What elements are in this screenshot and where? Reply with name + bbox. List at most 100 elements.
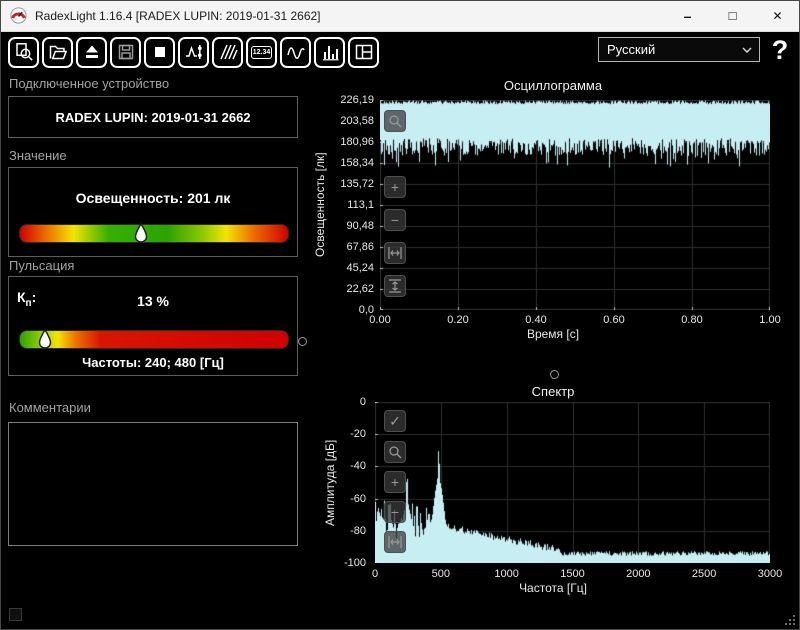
y-tick-label: -20	[350, 428, 366, 441]
stop-square-icon	[154, 47, 165, 57]
check-icon: ✓	[389, 413, 401, 429]
x-tick-label: 0	[371, 568, 379, 580]
value-panel: Освещенность: 201 лк	[8, 167, 298, 257]
numeric-display-button[interactable]: 12.34	[246, 36, 277, 68]
zoom-in-icon: +	[390, 474, 400, 490]
app-icon	[10, 7, 27, 24]
y-tick-label: 90,48	[346, 220, 374, 232]
comments-textarea[interactable]	[9, 423, 297, 545]
zoom-select-button[interactable]	[384, 110, 406, 132]
language-select[interactable]: Русский	[598, 37, 760, 62]
y-tick-label: 180,96	[340, 136, 374, 148]
device-name: RADEX LUPIN: 2019-01-31 2662	[55, 109, 251, 125]
fit-horizontal-icon	[388, 536, 402, 548]
illuminance-scale-bar	[19, 223, 289, 243]
device-name-box: RADEX LUPIN: 2019-01-31 2662	[8, 96, 298, 138]
x-tick-label: 0.60	[603, 314, 625, 326]
open-folder-icon	[49, 45, 67, 60]
splitter-handle[interactable]	[550, 370, 559, 379]
oscillogram-chart: Осциллограмма Освещенность [лк] + − Врем…	[310, 74, 796, 341]
comb-lines-icon	[219, 44, 238, 60]
y-tick-label: 113,1	[347, 199, 374, 211]
waveform-cursor-icon	[185, 45, 202, 59]
comments-box	[8, 422, 298, 546]
stop-button[interactable]	[144, 36, 175, 68]
eject-icon	[85, 45, 98, 58]
chevron-down-icon	[742, 47, 752, 53]
fit-horizontal-button[interactable]	[384, 242, 406, 264]
measure-button[interactable]	[178, 36, 209, 68]
pulsation-scale-bar	[19, 329, 289, 349]
open-button[interactable]	[42, 36, 73, 68]
y-tick-label: 22,62	[346, 283, 374, 295]
pulsation-panel: Кп: 13 % Частоты: 240; 480 [Гц]	[8, 276, 298, 376]
splitter-handle[interactable]	[298, 337, 307, 346]
pulsation-section-header: Пульсация	[9, 258, 75, 273]
device-section-header: Подключенное устройство	[9, 76, 170, 91]
oscillogram-xlabel: Время [с]	[526, 327, 580, 341]
oscillogram-view-button[interactable]	[280, 36, 311, 68]
spectrum-title: Спектр	[531, 384, 575, 399]
titlebar: RadexLight 1.16.4 [RADEX LUPIN: 2019-01-…	[0, 0, 800, 32]
wave-curve-icon	[286, 47, 305, 59]
layout-button[interactable]	[348, 36, 379, 68]
x-tick-label: 0.40	[525, 314, 547, 326]
fit-vertical-icon	[389, 279, 401, 293]
window-controls: – □ ✕	[665, 0, 800, 31]
floppy-disk-icon	[118, 44, 133, 60]
x-tick-label: 0.80	[681, 314, 703, 326]
fit-horizontal-button[interactable]	[384, 531, 406, 553]
frequencies-label: Частоты: 240; 480 [Гц]	[82, 355, 224, 370]
scale-marker-icon	[39, 329, 52, 349]
x-tick-label: 3000	[757, 568, 783, 580]
y-tick-label: 135,72	[340, 178, 374, 190]
zoom-out-icon: −	[390, 212, 400, 228]
autoscale-button[interactable]: ✓	[384, 410, 406, 432]
spectrum-xlabel: Частота [Гц]	[519, 581, 587, 595]
comments-section-header: Комментарии	[9, 400, 91, 415]
y-tick-label: 203,58	[340, 115, 374, 127]
magnifier-document-icon	[15, 43, 33, 61]
filter-button[interactable]	[212, 36, 243, 68]
scale-marker-icon	[134, 223, 147, 243]
value-section-header: Значение	[9, 148, 67, 163]
eject-button[interactable]	[76, 36, 107, 68]
minimize-button[interactable]: –	[665, 0, 710, 31]
fit-vertical-button[interactable]	[384, 275, 406, 297]
save-button[interactable]	[110, 36, 141, 68]
x-tick-label: 0.00	[369, 314, 391, 326]
x-tick-label: 2000	[626, 568, 651, 580]
y-tick-label: 226,19	[340, 94, 374, 106]
x-tick-label: 2500	[691, 568, 717, 580]
spectrum-chart: Спектр Амплитуда [дБ] ✓ + − Частота [Гц]…	[310, 380, 796, 606]
preview-button[interactable]	[8, 36, 39, 68]
y-tick-label: -60	[350, 492, 366, 505]
magnifier-icon	[389, 115, 402, 128]
maximize-button[interactable]: □	[710, 0, 755, 31]
language-select-value: Русский	[607, 42, 656, 57]
zoom-in-button[interactable]: +	[384, 176, 406, 198]
help-button[interactable]: ?	[764, 33, 796, 67]
y-tick-label: 158,34	[340, 157, 374, 169]
y-tick-label: 0	[359, 396, 366, 408]
window-title: RadexLight 1.16.4 [RADEX LUPIN: 2019-01-…	[35, 8, 321, 23]
zoom-select-button[interactable]	[384, 441, 406, 463]
fit-horizontal-icon	[388, 247, 402, 259]
spectrum-plot[interactable]	[375, 402, 770, 563]
x-tick-label: 0.20	[447, 314, 469, 326]
resize-grip-icon[interactable]	[783, 613, 796, 626]
magnifier-icon	[389, 446, 402, 459]
zoom-in-icon: +	[390, 179, 400, 195]
kp-value: 13 %	[137, 293, 169, 309]
x-tick-label: 1.00	[759, 314, 781, 326]
oscillogram-plot[interactable]	[380, 100, 770, 310]
x-tick-label: 500	[431, 568, 450, 580]
zoom-out-button[interactable]: −	[384, 501, 406, 523]
zoom-out-icon: −	[390, 504, 400, 520]
zoom-out-button[interactable]: −	[384, 209, 406, 231]
y-tick-label: -40	[350, 460, 366, 473]
zoom-in-button[interactable]: +	[384, 471, 406, 493]
close-button[interactable]: ✕	[755, 0, 800, 31]
spectrum-view-button[interactable]	[314, 36, 345, 68]
oscillogram-title: Осциллограмма	[503, 78, 603, 93]
